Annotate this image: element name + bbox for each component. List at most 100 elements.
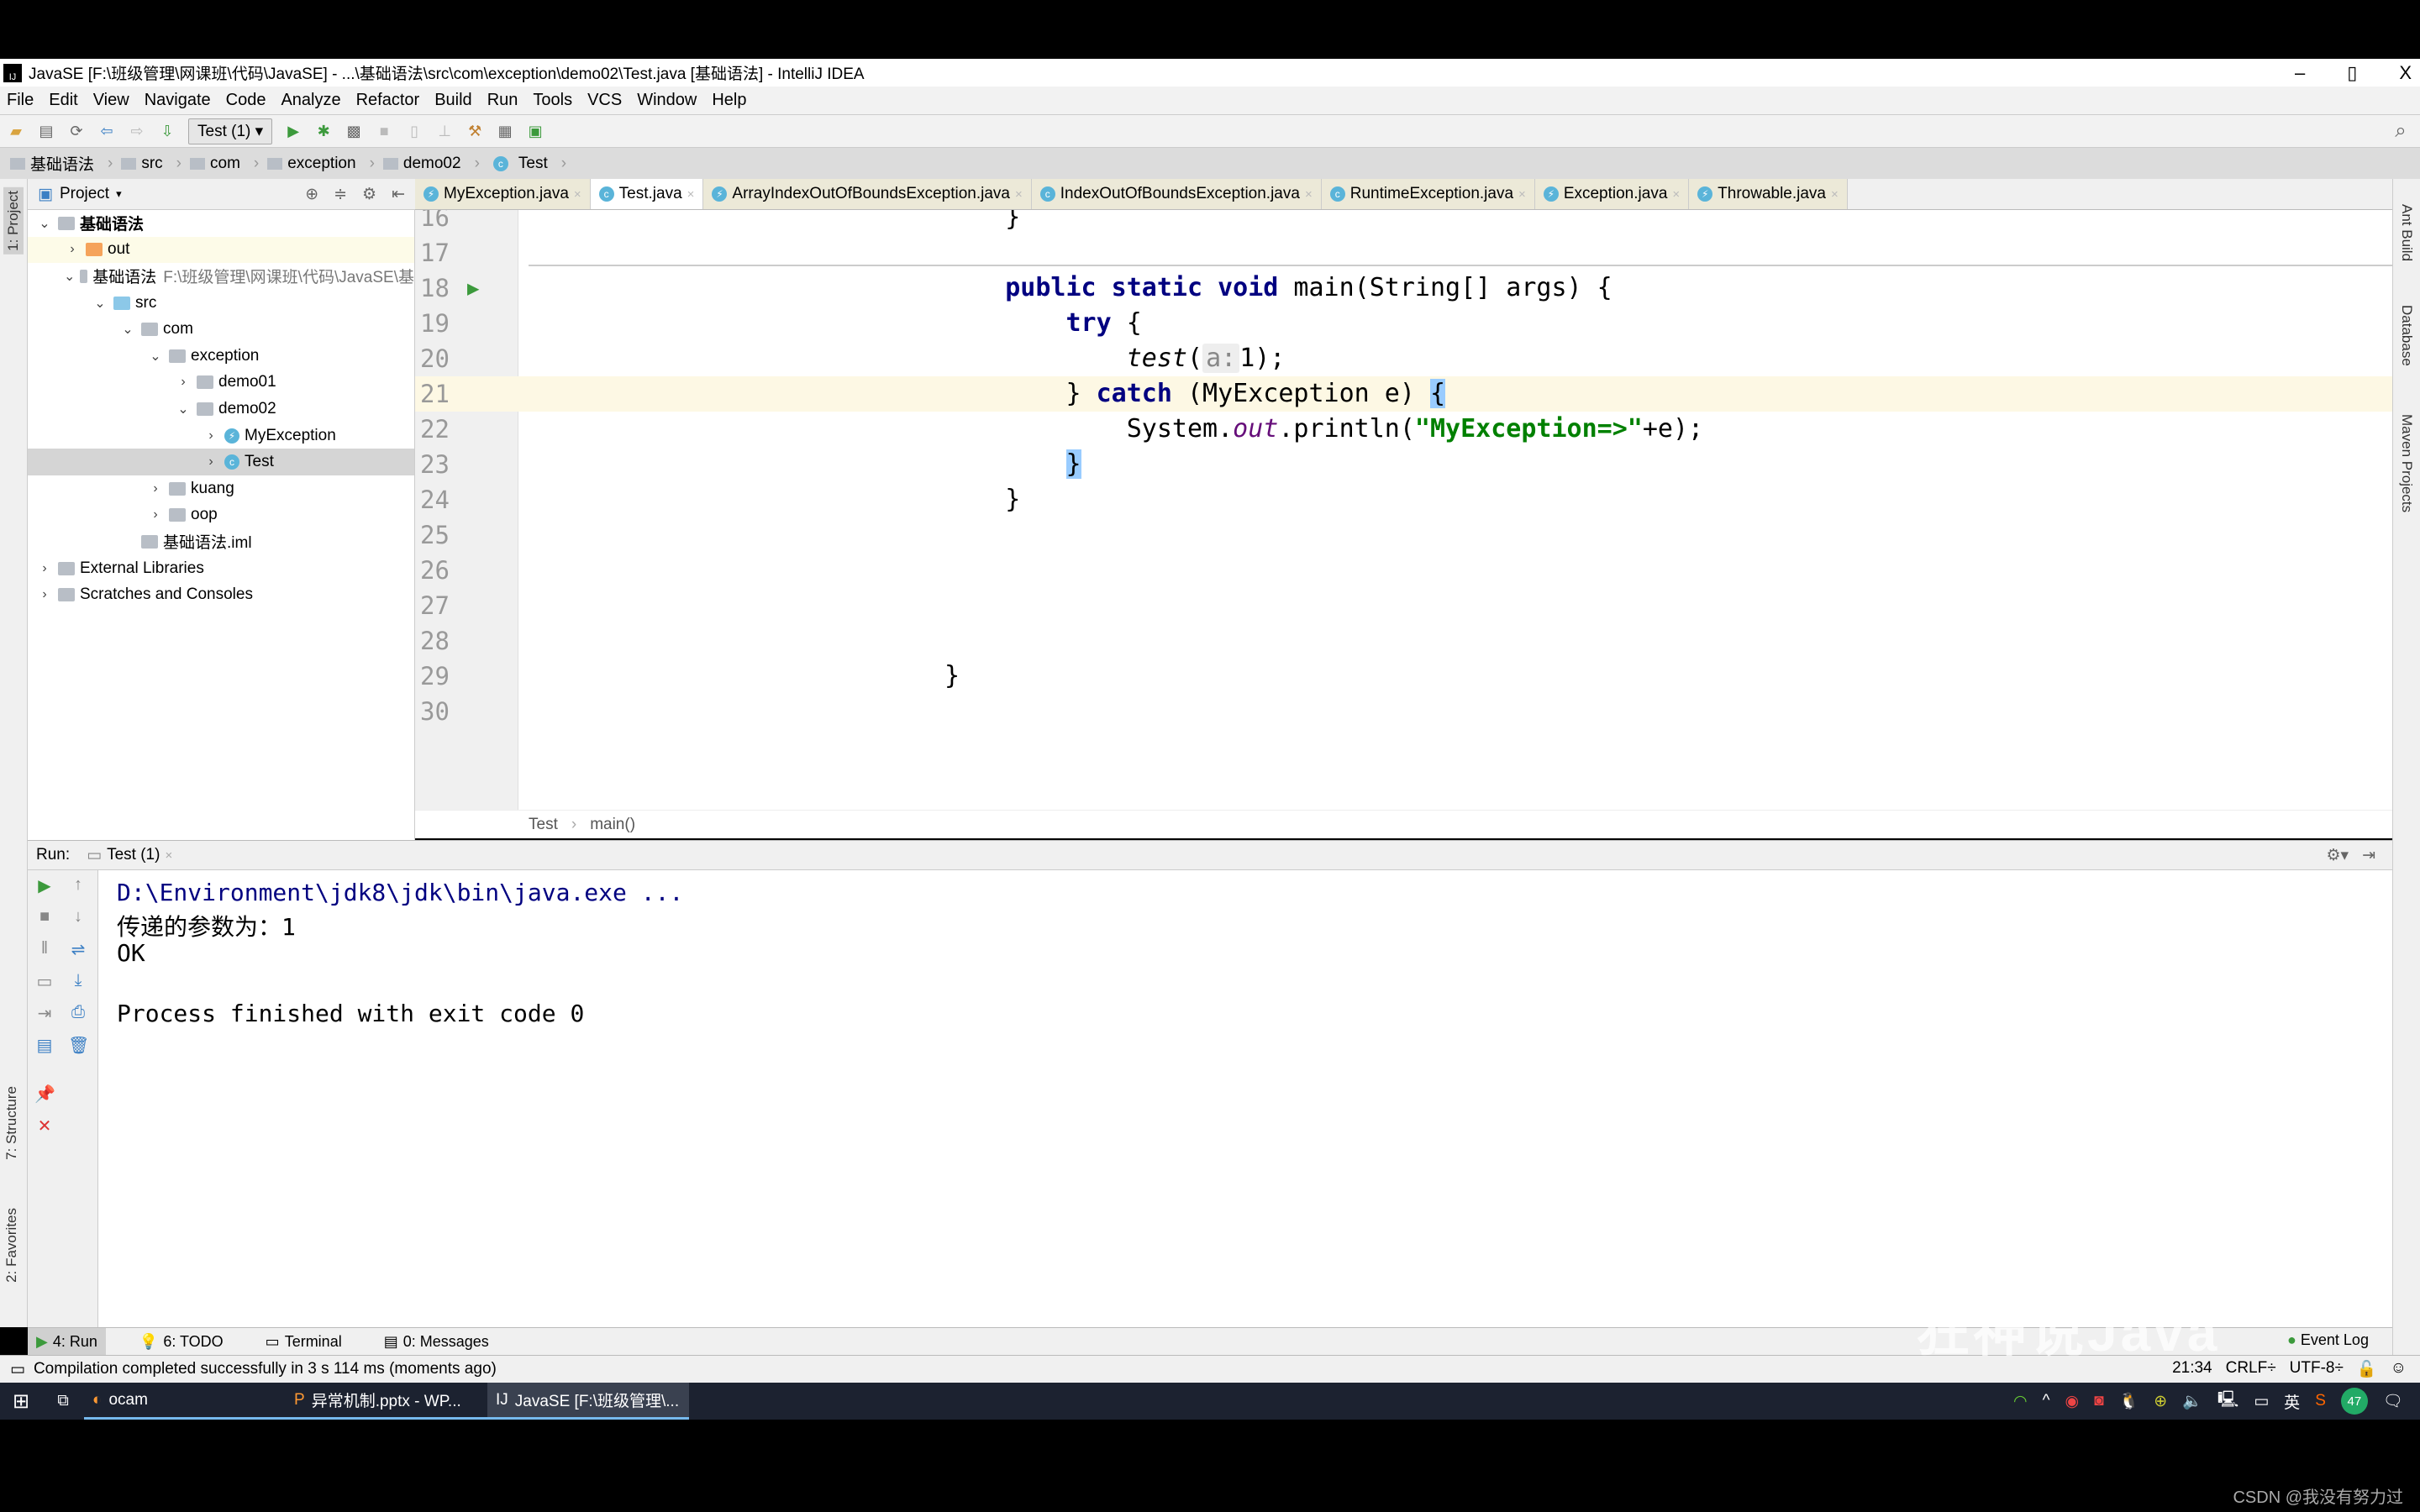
close-tab-icon[interactable]: × (165, 848, 172, 863)
menu-code[interactable]: Code (226, 91, 266, 110)
editor-tab[interactable]: ⚡ Throwable.java × (1689, 179, 1848, 209)
breadcrumb-item[interactable]: 基础语法 (10, 152, 121, 175)
close-tab-icon[interactable]: × (1831, 187, 1839, 202)
editor-tab[interactable]: c IndexOutOfBoundsException.java × (1031, 179, 1322, 209)
sogou-icon[interactable]: S (2315, 1392, 2326, 1410)
chevron-right-icon[interactable]: › (203, 454, 219, 470)
close-tab-icon[interactable]: × (1015, 187, 1023, 202)
tree-item[interactable]: ⌄ exception (28, 343, 414, 370)
volume-icon[interactable]: 🔈 (2182, 1391, 2202, 1411)
windows-start-icon[interactable]: ⊞ (0, 1389, 42, 1414)
tray-expand-icon[interactable]: ^ (2043, 1392, 2050, 1410)
menu-file[interactable]: File (7, 91, 34, 110)
vcs-update-icon[interactable]: ▯ (405, 122, 424, 140)
coverage-icon[interactable]: ▩ (345, 122, 363, 140)
crumb-method[interactable]: main() (590, 816, 635, 834)
chevron-down-icon[interactable]: ⌄ (147, 348, 164, 365)
hide-panel-icon[interactable]: ⇥ (2362, 846, 2375, 865)
pin-icon[interactable]: 📌 (34, 1084, 55, 1104)
tool-window-todo[interactable]: 💡 6: TODO (131, 1328, 232, 1356)
taskbar-item[interactable]: P 异常机制.pptx - WP... (286, 1383, 487, 1420)
chevron-down-icon[interactable]: ⌄ (36, 215, 53, 232)
tree-item[interactable]: › c Test (28, 449, 414, 475)
project-structure-icon[interactable]: ▦ (496, 122, 514, 140)
minimize-button[interactable]: – (2295, 62, 2305, 84)
breadcrumb-item[interactable]: c Test (488, 155, 575, 173)
lock-icon[interactable]: 🔓 (2357, 1359, 2377, 1379)
line-separator[interactable]: CRLF÷ (2226, 1359, 2276, 1379)
run-tab[interactable]: ▭ Test (1) × (87, 846, 172, 865)
close-icon[interactable]: ✕ (34, 1116, 55, 1136)
maven-projects-tab[interactable]: Maven Projects (2398, 414, 2415, 512)
breadcrumb-item[interactable]: src (121, 155, 190, 173)
qq-icon[interactable]: 🐧 (2119, 1391, 2139, 1411)
save-icon[interactable]: ▤ (37, 122, 55, 140)
dropdown-icon[interactable]: ▾ (116, 187, 122, 201)
gear-icon[interactable]: ⚙▾ (2327, 846, 2349, 865)
tree-item[interactable]: ⌄ demo02 (28, 396, 414, 423)
status-icon[interactable]: ▭ (10, 1360, 25, 1379)
wifi-icon[interactable]: ◠ (2013, 1392, 2028, 1411)
rerun-icon[interactable]: ▶ (34, 875, 55, 895)
chevron-down-icon[interactable]: ⌄ (64, 268, 75, 285)
project-tool-tab[interactable]: 1: Project (3, 187, 24, 255)
sync-icon[interactable]: ⟳ (67, 122, 86, 140)
netease-icon[interactable]: ◙ (2094, 1392, 2103, 1410)
layout-icon[interactable]: ▤ (34, 1035, 55, 1055)
chevron-right-icon[interactable]: › (175, 375, 192, 390)
crumb-class[interactable]: Test (529, 816, 558, 834)
tree-item[interactable]: ⌄ src (28, 290, 414, 317)
code-editor[interactable]: 16 } 17 18 ▶ public static void main(String… (415, 210, 2392, 810)
inspector-icon[interactable]: ☺ (2391, 1359, 2407, 1379)
editor-tab[interactable]: ⚡ Exception.java × (1534, 179, 1690, 209)
tree-item[interactable]: 基础语法.iml (28, 528, 414, 555)
taskbar-item[interactable]: IJ JavaSE [F:\班级管理\... (487, 1383, 689, 1420)
editor-tab[interactable]: c RuntimeException.java × (1321, 179, 1535, 209)
tree-item[interactable]: › ⚡ MyException (28, 423, 414, 449)
menu-refactor[interactable]: Refactor (356, 91, 420, 110)
up-icon[interactable]: ↑ (68, 875, 88, 895)
print-icon[interactable]: ⎙ (68, 1003, 88, 1023)
close-button[interactable]: X (2399, 62, 2412, 84)
tree-item[interactable]: › External Libraries (28, 555, 414, 582)
structure-tool-tab[interactable]: 7: Structure (3, 1086, 20, 1160)
battery-icon[interactable]: ▭ (2254, 1392, 2269, 1411)
task-view-icon[interactable]: ⧉ (42, 1392, 84, 1410)
taskbar-item[interactable]: ◐ ocam (84, 1383, 286, 1420)
gear-icon[interactable]: ⚙ (362, 185, 376, 204)
tree-item[interactable]: › oop (28, 502, 414, 529)
menu-view[interactable]: View (93, 91, 129, 110)
chevron-down-icon[interactable]: ⌄ (119, 321, 136, 338)
open-folder-icon[interactable]: ▰ (7, 122, 25, 140)
run-icon[interactable]: ▶ (284, 122, 302, 140)
locate-icon[interactable]: ⊕ (305, 185, 318, 204)
menu-build[interactable]: Build (434, 91, 471, 110)
menu-navigate[interactable]: Navigate (145, 91, 211, 110)
build-icon[interactable]: ⇩ (158, 122, 176, 140)
close-tab-icon[interactable]: × (574, 187, 581, 202)
close-tab-icon[interactable]: × (1305, 187, 1313, 202)
menu-window[interactable]: Window (637, 91, 697, 110)
menu-tools[interactable]: Tools (533, 91, 572, 110)
debug-icon[interactable]: ✱ (314, 122, 333, 140)
tool-window-run[interactable]: ▶ 4: Run (28, 1327, 106, 1356)
tree-item[interactable]: ⌄ 基础语法 F:\班级管理\网课班\代码\JavaSE\基 (28, 263, 414, 290)
chevron-down-icon[interactable]: ⌄ (175, 401, 192, 417)
plus-icon[interactable]: ⊕ (2154, 1392, 2167, 1411)
close-tab-icon[interactable]: × (1518, 187, 1526, 202)
chevron-right-icon[interactable]: › (147, 507, 164, 522)
notifications-icon[interactable]: 🗨 (2383, 1391, 2403, 1411)
ime-indicator[interactable]: 英 (2284, 1390, 2300, 1413)
chevron-right-icon[interactable]: › (147, 481, 164, 496)
dump-threads-icon[interactable]: ▭ (34, 971, 55, 991)
breadcrumb-item[interactable]: com (190, 155, 267, 173)
trash-icon[interactable]: 🗑 (68, 1035, 89, 1055)
editor-tab[interactable]: c Test.java × (590, 179, 704, 209)
tree-item[interactable]: › kuang (28, 475, 414, 502)
network-icon[interactable]: 🖳 (2217, 1388, 2238, 1415)
close-tab-icon[interactable]: × (1672, 187, 1680, 202)
menu-vcs[interactable]: VCS (587, 91, 622, 110)
sdk-icon[interactable]: ▣ (526, 122, 544, 140)
editor-tab[interactable]: ⚡ ArrayIndexOutOfBoundsException.java × (703, 179, 1032, 209)
ant-build-tab[interactable]: Ant Build (2398, 204, 2415, 261)
